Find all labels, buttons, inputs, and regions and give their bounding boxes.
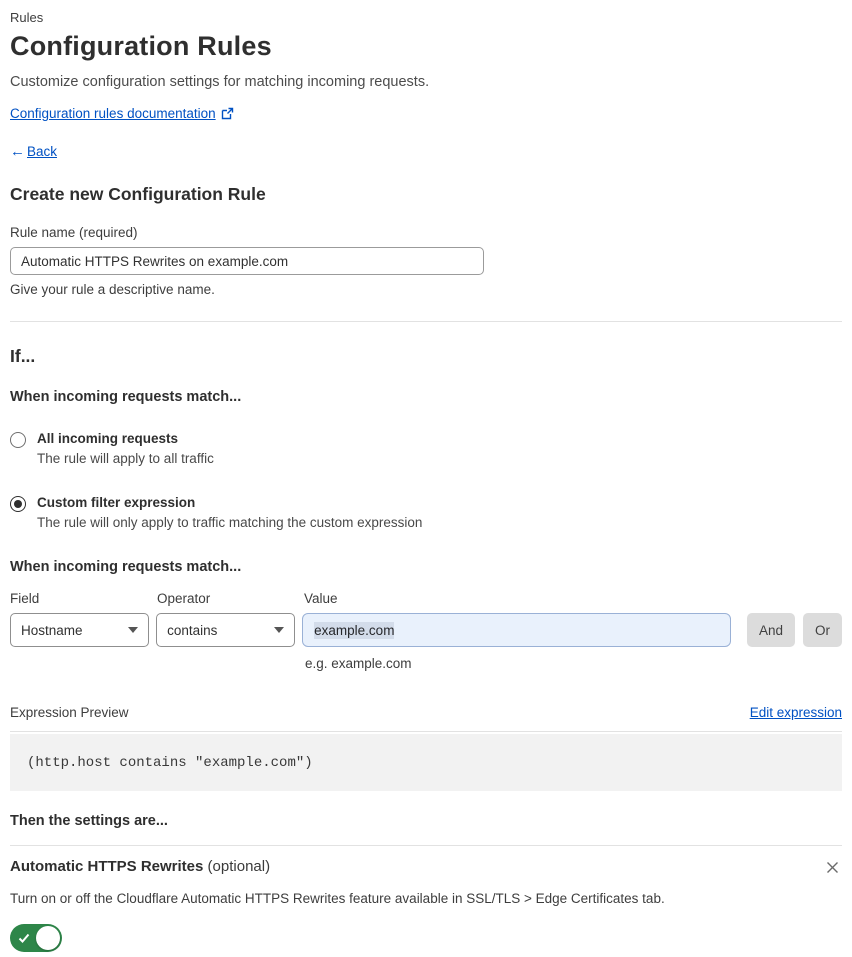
page-subtitle: Customize configuration settings for mat… bbox=[10, 74, 430, 90]
section-divider bbox=[10, 321, 842, 322]
rule-name-help: Give your rule a descriptive name. bbox=[10, 282, 215, 297]
radio-checked-icon[interactable] bbox=[10, 496, 26, 512]
radio-custom-description: The rule will only apply to traffic matc… bbox=[37, 515, 423, 530]
setting-card-description: Turn on or off the Cloudflare Automatic … bbox=[10, 891, 665, 906]
page-title: Configuration Rules bbox=[10, 31, 272, 61]
edit-expression-link[interactable]: Edit expression bbox=[750, 705, 842, 720]
expression-preview-box: (http.host contains "example.com") bbox=[10, 734, 842, 791]
setting-card-optional: (optional) bbox=[203, 858, 271, 875]
documentation-link-row: Configuration rules documentation bbox=[10, 106, 842, 121]
operator-select-value: contains bbox=[167, 622, 218, 638]
expression-preview-header: Expression Preview Edit expression bbox=[10, 705, 842, 720]
automatic-https-rewrites-toggle[interactable] bbox=[10, 924, 62, 952]
expression-preview-label: Expression Preview bbox=[10, 705, 129, 720]
external-link-icon bbox=[221, 107, 234, 120]
check-icon bbox=[18, 931, 30, 949]
field-select-value: Hostname bbox=[21, 622, 83, 638]
then-settings-title: Then the settings are... bbox=[10, 813, 168, 829]
setting-card-title: Automatic HTTPS Rewrites bbox=[10, 858, 204, 875]
remove-setting-button[interactable] bbox=[823, 858, 842, 877]
value-input-text: example.com bbox=[314, 621, 395, 639]
expression-divider bbox=[10, 731, 842, 732]
back-link-row: ← Back bbox=[10, 143, 842, 160]
radio-all-label: All incoming requests bbox=[37, 431, 179, 446]
or-button[interactable]: Or bbox=[803, 613, 842, 647]
radio-custom-filter-expression[interactable]: Custom filter expression The rule will o… bbox=[10, 495, 842, 530]
breadcrumb: Rules bbox=[10, 10, 44, 25]
chevron-down-icon bbox=[128, 627, 139, 633]
builder-column-labels: Field Operator Value bbox=[10, 591, 842, 606]
back-arrow-icon: ← bbox=[10, 143, 25, 160]
value-hint: e.g. example.com bbox=[305, 656, 412, 671]
create-rule-title: Create new Configuration Rule bbox=[10, 184, 266, 204]
builder-controls-row: Hostname contains example.com And Or bbox=[10, 613, 842, 647]
radio-unchecked-icon[interactable] bbox=[10, 432, 26, 448]
operator-column-label: Operator bbox=[157, 591, 211, 606]
page: Rules Configuration Rules Customize conf… bbox=[10, 10, 842, 957]
radio-all-description: The rule will apply to all traffic bbox=[37, 451, 214, 466]
documentation-link[interactable]: Configuration rules documentation bbox=[10, 106, 216, 121]
back-link[interactable]: Back bbox=[27, 144, 57, 159]
operator-select[interactable]: contains bbox=[156, 613, 296, 647]
value-column-label: Value bbox=[304, 591, 338, 606]
setting-card-header: Automatic HTTPS Rewrites (optional) bbox=[10, 858, 842, 877]
value-input[interactable]: example.com bbox=[302, 613, 731, 647]
radio-custom-label: Custom filter expression bbox=[37, 495, 196, 510]
rule-name-label: Rule name (required) bbox=[10, 225, 138, 240]
close-icon bbox=[825, 862, 840, 878]
toggle-knob[interactable] bbox=[36, 926, 60, 950]
rule-name-input[interactable] bbox=[10, 247, 484, 275]
chevron-down-icon bbox=[274, 627, 285, 633]
field-select[interactable]: Hostname bbox=[10, 613, 150, 647]
settings-card-divider bbox=[10, 845, 842, 846]
field-column-label: Field bbox=[10, 591, 40, 606]
radio-all-incoming-requests[interactable]: All incoming requests The rule will appl… bbox=[10, 431, 842, 466]
match-mode-title: When incoming requests match... bbox=[10, 389, 242, 405]
and-button[interactable]: And bbox=[746, 613, 795, 647]
if-title: If... bbox=[10, 346, 36, 366]
expression-code: (http.host contains "example.com") bbox=[27, 754, 313, 771]
match-mode-radio-group: All incoming requests The rule will appl… bbox=[10, 431, 842, 530]
builder-title: When incoming requests match... bbox=[10, 559, 242, 575]
